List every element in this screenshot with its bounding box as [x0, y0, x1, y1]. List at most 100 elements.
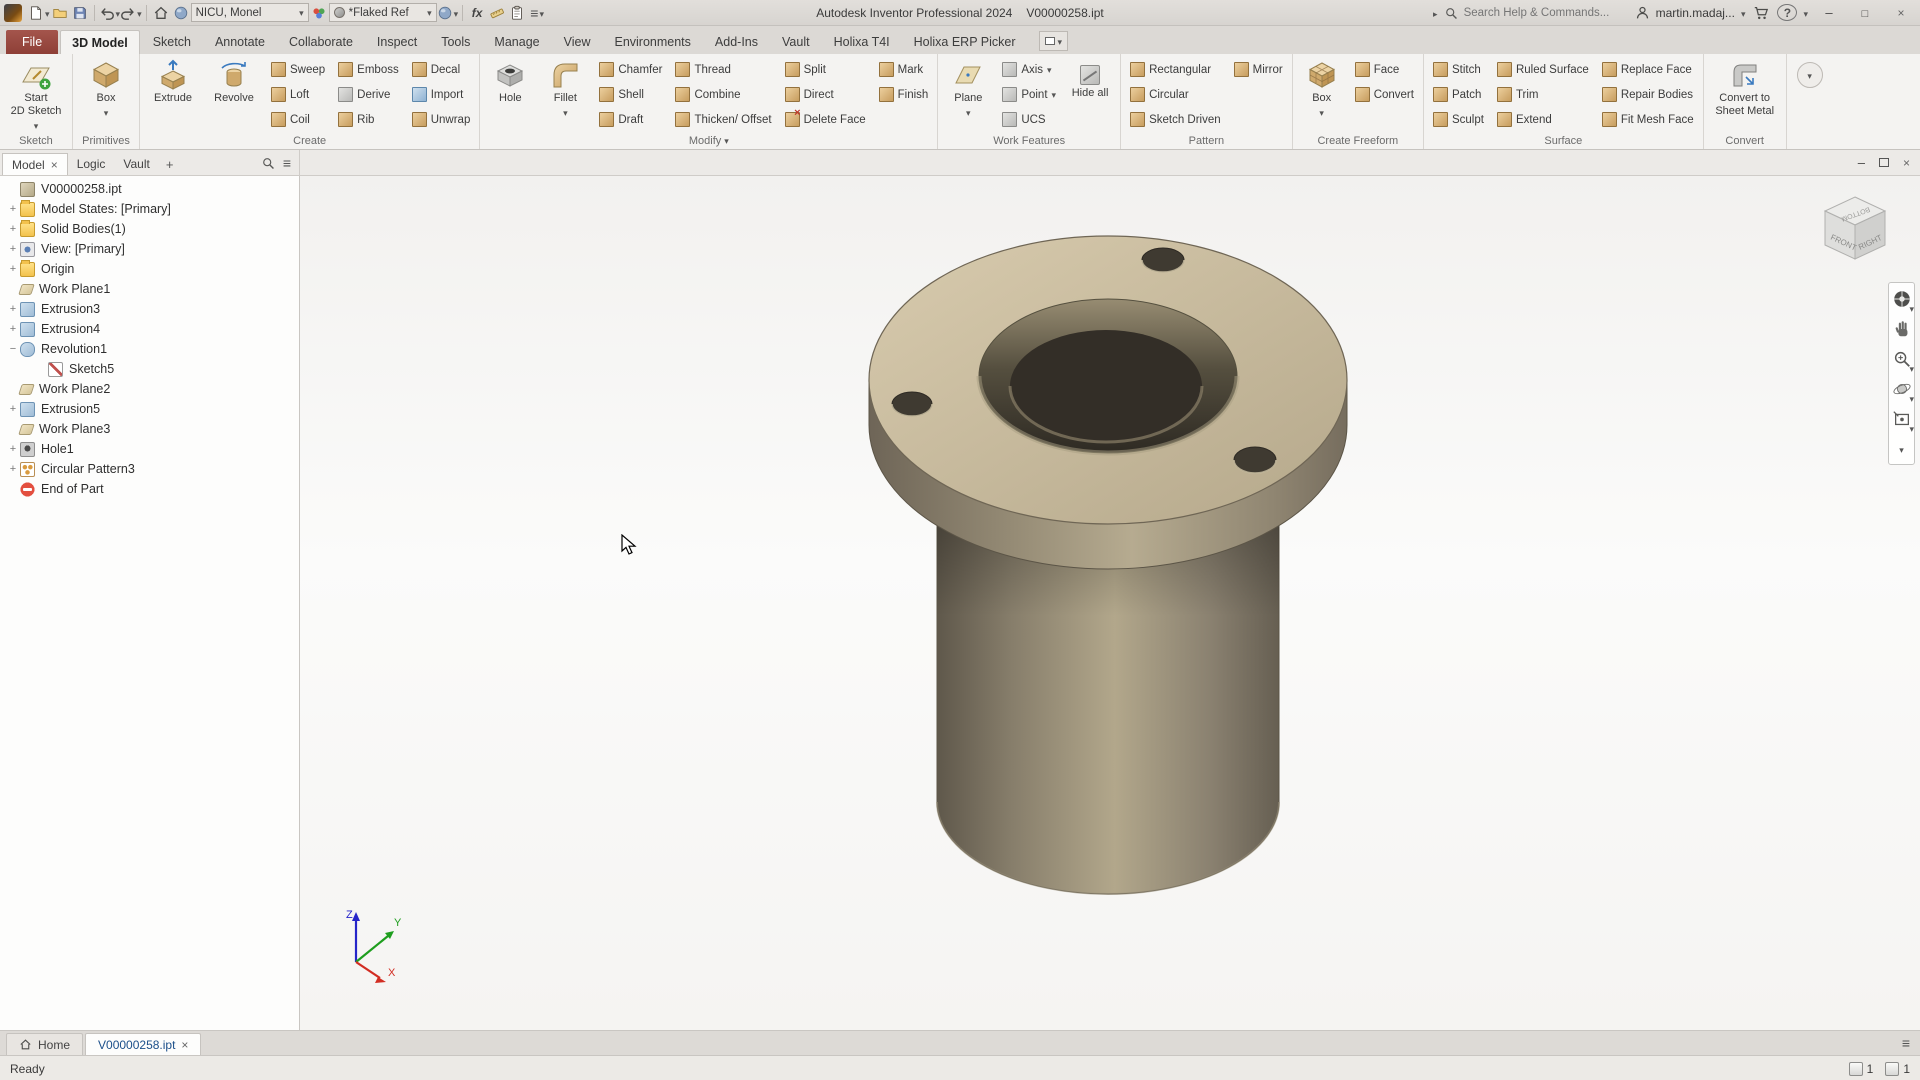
tab-inspect[interactable]: Inspect	[366, 30, 428, 54]
expand-toggle[interactable]: +	[6, 203, 20, 215]
browser-search-icon[interactable]	[261, 156, 275, 170]
measure-button[interactable]	[487, 3, 507, 23]
ucs-button[interactable]: UCS	[997, 107, 1061, 132]
tree-item-model-states[interactable]: + Model States: [Primary]	[0, 199, 299, 219]
search-expand-icon[interactable]	[1433, 6, 1438, 20]
close-icon[interactable]	[181, 1038, 188, 1052]
appearance-icon[interactable]	[309, 3, 329, 23]
doc-tab-menu-button[interactable]	[1902, 1035, 1920, 1055]
window-close-button[interactable]	[1886, 2, 1916, 24]
redo-button[interactable]	[120, 3, 142, 23]
expand-toggle[interactable]: +	[6, 223, 20, 235]
panel-label-pattern[interactable]: Pattern	[1121, 132, 1292, 149]
rib-button[interactable]: Rib	[333, 107, 404, 132]
orbit-button[interactable]	[1890, 377, 1913, 400]
import-button[interactable]: Import	[407, 82, 476, 107]
tab-environments[interactable]: Environments	[603, 30, 701, 54]
close-icon[interactable]	[51, 158, 58, 172]
plane-button[interactable]: Plane	[942, 57, 994, 132]
fillet-button[interactable]: Fillet	[539, 57, 591, 132]
navbar-more-button[interactable]	[1890, 437, 1913, 460]
adjust-appearance-button[interactable]	[437, 3, 459, 23]
axis-button[interactable]: Axis	[997, 57, 1061, 82]
loft-button[interactable]: Loft	[266, 82, 330, 107]
ribbon-overflow-button[interactable]	[1797, 62, 1823, 88]
appearance-dropdown[interactable]: *Flaked Ref	[329, 3, 437, 22]
start-2d-sketch-button[interactable]: Start 2D Sketch	[4, 57, 68, 132]
panel-label-create[interactable]: Create	[140, 132, 479, 149]
expand-toggle[interactable]: +	[6, 323, 20, 335]
expand-toggle[interactable]: +	[6, 303, 20, 315]
save-button[interactable]	[70, 3, 90, 23]
expand-toggle[interactable]: +	[6, 243, 20, 255]
expand-toggle[interactable]: +	[6, 403, 20, 415]
primitives-box-button[interactable]: Box	[77, 57, 135, 132]
tree-item-root[interactable]: V00000258.ipt	[0, 179, 299, 199]
tab-tools[interactable]: Tools	[430, 30, 481, 54]
tree-item-end-of-part[interactable]: End of Part	[0, 479, 299, 499]
tree-item-solid-bodies[interactable]: + Solid Bodies(1)	[0, 219, 299, 239]
tab-manage[interactable]: Manage	[483, 30, 550, 54]
shell-button[interactable]: Shell	[594, 82, 667, 107]
hole-button[interactable]: Hole	[484, 57, 536, 132]
ruled-surface-button[interactable]: Ruled Surface	[1492, 57, 1594, 82]
user-name[interactable]: martin.madaj...	[1656, 6, 1735, 20]
tree-item-extrusion5[interactable]: + Extrusion5	[0, 399, 299, 419]
part-model[interactable]	[300, 176, 1920, 1030]
repair-bodies-button[interactable]: Repair Bodies	[1597, 82, 1699, 107]
ribbon-display-toggle[interactable]	[1039, 31, 1069, 51]
tree-item-work-plane2[interactable]: Work Plane2	[0, 379, 299, 399]
replace-face-button[interactable]: Replace Face	[1597, 57, 1699, 82]
point-button[interactable]: Point	[997, 82, 1061, 107]
chevron-down-icon[interactable]	[1803, 6, 1808, 20]
circular-pattern-button[interactable]: Circular	[1125, 82, 1226, 107]
view-cube[interactable]: FRONT RIGHT BOTTOM	[1816, 190, 1894, 268]
trim-button[interactable]: Trim	[1492, 82, 1594, 107]
revolve-button[interactable]: Revolve	[205, 57, 263, 132]
look-at-button[interactable]	[1890, 407, 1913, 430]
chamfer-button[interactable]: Chamfer	[594, 57, 667, 82]
mark-button[interactable]: Mark	[874, 57, 934, 82]
draft-button[interactable]: Draft	[594, 107, 667, 132]
fit-mesh-face-button[interactable]: Fit Mesh Face	[1597, 107, 1699, 132]
extend-button[interactable]: Extend	[1492, 107, 1594, 132]
material-dropdown[interactable]: NICU, Monel	[191, 3, 309, 22]
tree-item-circular-pattern3[interactable]: + Circular Pattern3	[0, 459, 299, 479]
tree-item-origin[interactable]: + Origin	[0, 259, 299, 279]
thicken-offset-button[interactable]: Thicken/ Offset	[670, 107, 776, 132]
tree-item-hole1[interactable]: + Hole1	[0, 439, 299, 459]
stitch-button[interactable]: Stitch	[1428, 57, 1489, 82]
browser-tab-model[interactable]: Model	[2, 153, 68, 175]
derive-button[interactable]: Derive	[333, 82, 404, 107]
material-icon[interactable]	[171, 3, 191, 23]
qat-customize-button[interactable]	[527, 3, 547, 23]
convert-to-sheet-metal-button[interactable]: Convert to Sheet Metal	[1708, 57, 1782, 132]
mirror-button[interactable]: Mirror	[1229, 57, 1288, 82]
browser-filter-menu-icon[interactable]	[283, 155, 291, 171]
tab-collaborate[interactable]: Collaborate	[278, 30, 364, 54]
iproperties-button[interactable]	[507, 3, 527, 23]
inventor-app-icon[interactable]	[4, 4, 22, 22]
rectangular-pattern-button[interactable]: Rectangular	[1125, 57, 1226, 82]
window-minimize-button[interactable]	[1814, 2, 1844, 24]
help-button[interactable]: ?	[1777, 4, 1797, 21]
store-cart-button[interactable]	[1751, 3, 1771, 23]
doc-tab-home[interactable]: Home	[6, 1033, 83, 1055]
sketch-driven-pattern-button[interactable]: Sketch Driven	[1125, 107, 1226, 132]
hide-all-button[interactable]: Hide all	[1064, 57, 1116, 132]
direct-button[interactable]: Direct	[780, 82, 871, 107]
finish-button[interactable]: Finish	[874, 82, 934, 107]
help-search-input[interactable]	[1464, 7, 1629, 19]
doc-close-icon[interactable]	[1903, 156, 1910, 170]
browser-add-tab-button[interactable]: +	[159, 153, 181, 175]
combine-button[interactable]: Combine	[670, 82, 776, 107]
expand-toggle[interactable]: +	[6, 443, 20, 455]
expand-toggle[interactable]: +	[6, 263, 20, 275]
home-button[interactable]	[151, 3, 171, 23]
open-button[interactable]	[50, 3, 70, 23]
freeform-face-button[interactable]: Face	[1350, 57, 1419, 82]
status-counter-2[interactable]: 1	[1885, 1062, 1910, 1076]
tab-vault[interactable]: Vault	[771, 30, 821, 54]
coil-button[interactable]: Coil	[266, 107, 330, 132]
sculpt-button[interactable]: Sculpt	[1428, 107, 1489, 132]
